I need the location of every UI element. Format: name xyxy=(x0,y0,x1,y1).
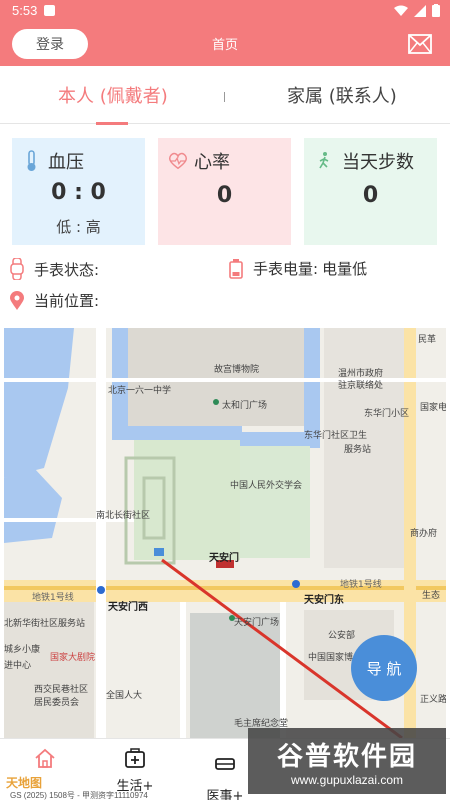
blood-pressure-card[interactable]: 血压 0 : 0 低 : 高 xyxy=(12,138,145,245)
map-label-npc: 全国人大 xyxy=(106,691,143,701)
location-row: 当前位置: xyxy=(10,290,99,311)
heart-rate-icon xyxy=(168,152,188,170)
notification-icon xyxy=(44,5,55,16)
watch-battery-value: 电量低 xyxy=(322,260,368,278)
heart-rate-value: 0 xyxy=(216,183,233,208)
nav-life[interactable]: 生活+ xyxy=(100,747,170,794)
status-time: 5:53 xyxy=(12,3,38,18)
map-label-chengxiaokang: 城乡小康 xyxy=(4,645,41,655)
life-plus-icon xyxy=(125,748,145,768)
map-label-metro1-west: 地铁1号线 xyxy=(32,593,74,603)
home-icon xyxy=(35,748,55,768)
map-label-service-center: 进中心 xyxy=(4,661,32,671)
map-label-guojiadian: 国家电 xyxy=(420,403,446,413)
watermark-title: 谷普软件园 xyxy=(276,741,417,772)
map-label-taihemen: 太和门广场 xyxy=(222,401,268,411)
steps-card[interactable]: 当天步数 0 xyxy=(304,138,437,245)
map-label-minsu: 民革 xyxy=(418,335,437,345)
tab-indicator xyxy=(96,122,128,125)
map-label-tam-west: 天安门西 xyxy=(108,602,148,613)
heart-rate-card[interactable]: 心率 0 xyxy=(158,138,291,245)
map-label-tam-east: 天安门东 xyxy=(304,595,344,606)
map-label-grand-theater: 国家大剧院 xyxy=(50,653,96,663)
wifi-icon xyxy=(394,5,408,16)
map-label-donghuamen: 东华门小区 xyxy=(364,409,410,419)
status-icons xyxy=(394,4,440,17)
tab-divider xyxy=(224,92,225,102)
blood-pressure-value: 0 : 0 xyxy=(51,180,106,205)
location-pin-icon xyxy=(10,290,24,310)
battery-icon xyxy=(432,4,440,17)
map-label-palace-museum: 故宫博物院 xyxy=(214,365,260,375)
tab-family[interactable]: 家属 (联系人) xyxy=(287,82,397,108)
blood-pressure-title: 血压 xyxy=(48,152,84,173)
person-tabs: 本人 (佩戴者) 家属 (联系人) xyxy=(0,66,450,125)
map-label-metro1-east: 地铁1号线 xyxy=(340,580,382,590)
map-label-foreign-affairs: 中国人民外交学会 xyxy=(230,481,303,491)
map-view[interactable]: 故宫博物院 太和门广场 北京一六一中学 温州市政府 驻京联络处 东华门小区 东华… xyxy=(4,328,446,738)
map-label-donghuamen-clinic-2: 服务站 xyxy=(344,445,372,455)
map-label-police: 公安部 xyxy=(328,631,356,641)
map-label-nanchang: 南北长街社区 xyxy=(96,511,151,521)
app-bar: 登录 首页 xyxy=(0,22,450,66)
blood-pressure-sub: 低 : 高 xyxy=(56,218,101,236)
walking-icon xyxy=(319,152,329,169)
map-label-donghuamen-clinic: 东华门社区卫生 xyxy=(304,431,368,441)
nav-home[interactable] xyxy=(10,747,80,775)
mail-icon[interactable] xyxy=(408,34,432,54)
map-copyright: GS (2025) 1508号 - 甲测资字11110974 xyxy=(10,791,148,800)
battery-low-icon xyxy=(229,258,243,279)
medical-plus-icon xyxy=(215,758,235,770)
watch-battery-row: 手表电量: 电量低 xyxy=(229,258,367,279)
map-label-wenzhou-2: 驻京联络处 xyxy=(338,381,384,391)
map-label-tiananmen: 天安门 xyxy=(209,553,239,564)
watermark-url: www.gupuxlazai.com xyxy=(290,772,404,787)
page-title: 首页 xyxy=(211,38,238,53)
map-provider-logo: 天地图 xyxy=(6,776,43,790)
map-label-national-museum: 中国国家博 xyxy=(308,653,354,663)
map-label-shang: 生态 xyxy=(422,591,441,601)
watch-status-row: 手表状态: xyxy=(10,258,99,280)
map-label-beixinhua: 北新华街社区服务站 xyxy=(4,619,86,629)
thermometer-icon xyxy=(27,150,36,171)
map-label-residents: 居民委员会 xyxy=(34,698,80,708)
status-bar: 5:53 xyxy=(0,0,450,22)
tab-wearer[interactable]: 本人 (佩戴者) xyxy=(58,82,168,108)
map-label-jinggui: 商办府 xyxy=(410,529,438,539)
map-label-school: 北京一六一中学 xyxy=(108,386,172,396)
location-label: 当前位置: xyxy=(34,292,100,310)
navigate-button[interactable]: 导 航 xyxy=(351,635,417,701)
heart-rate-title: 心率 xyxy=(194,152,230,173)
map-label-tam-square: 天安门广场 xyxy=(234,618,280,628)
watch-icon xyxy=(10,258,24,280)
watch-status-label: 手表状态: xyxy=(34,260,100,279)
signal-icon xyxy=(414,4,426,17)
steps-title: 当天步数 xyxy=(342,152,414,173)
steps-value: 0 xyxy=(362,183,379,208)
watermark: 谷普软件园 www.gupuxlazai.com xyxy=(248,728,446,794)
map-label-xijiao: 西交民巷社区 xyxy=(34,685,89,695)
map-label-zhengyi: 正义路 xyxy=(420,695,446,705)
watch-battery-label: 手表电量: xyxy=(253,260,319,278)
